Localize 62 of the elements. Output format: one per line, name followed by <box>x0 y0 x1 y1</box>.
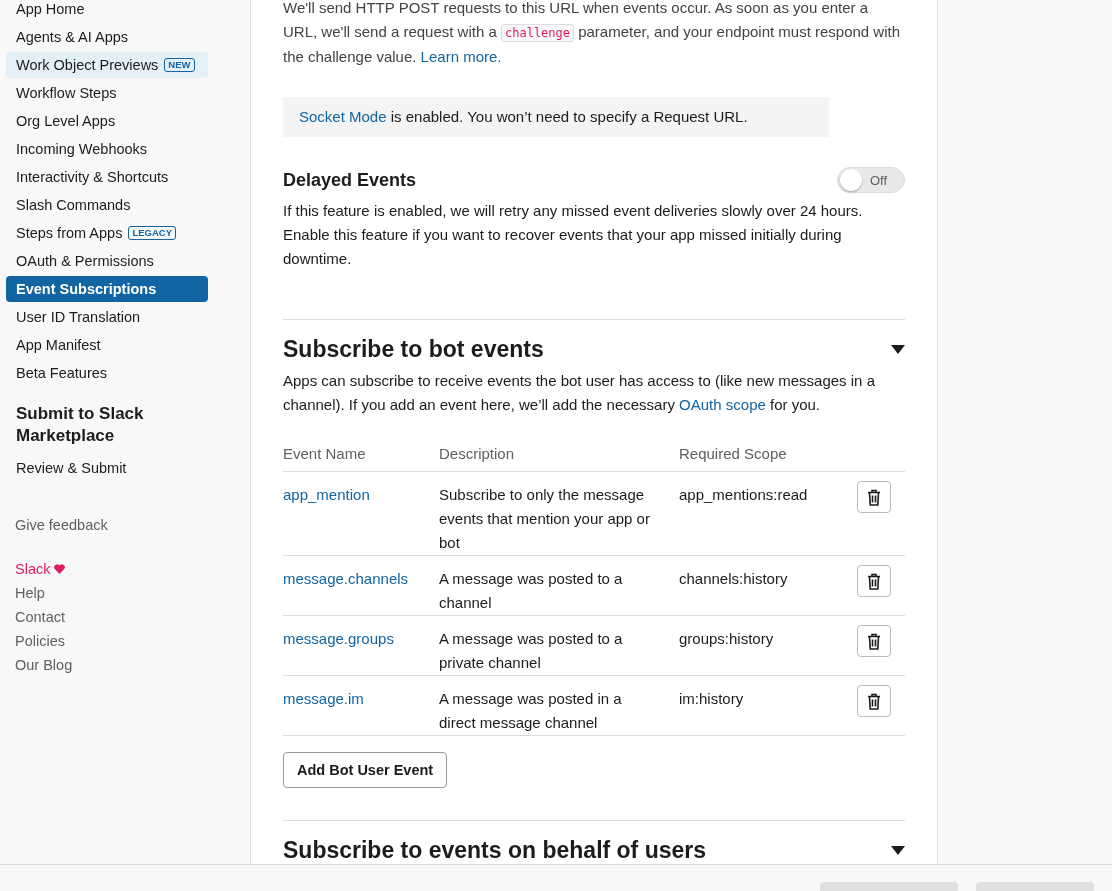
footer-link[interactable]: Contact <box>15 605 241 629</box>
trash-icon <box>867 488 881 506</box>
section-title: Subscribe to events on behalf of users <box>283 837 707 864</box>
oauth-scope-link[interactable]: OAuth scope <box>679 396 766 413</box>
section-description: If this feature is enabled, we will retry any missed event deliveries slowly over 24 hours. Enable this feature if you want to recover events that your app missed initially during downtime. <box>283 201 864 269</box>
sidebar-item[interactable]: Work Object Previews NEW <box>6 52 208 78</box>
table-cell: im:history <box>679 690 744 707</box>
section-title: Delayed Events <box>283 169 417 191</box>
sidebar-item[interactable]: Review & Submit <box>6 455 208 481</box>
section-description: Apps can subscribe to receive events the bot user has access to (like new messages in a channel). If you add an event here, we’ll add the necessary OAuth scope for you. <box>283 371 876 415</box>
table-cell: A message was posted to a channel <box>439 570 623 611</box>
status-badge: NEW <box>164 58 195 72</box>
caret-icon[interactable] <box>891 846 905 855</box>
delete-button[interactable] <box>857 481 891 513</box>
learn-more-link[interactable]: Learn more. <box>420 48 502 65</box>
table-cell: Subscribe to only the message events that mention your app or bot <box>439 486 650 551</box>
sidebar-item[interactable]: Org Level Apps <box>6 108 208 134</box>
sidebar-item[interactable]: Event Subscriptions <box>6 276 208 302</box>
sidebar-item[interactable]: User ID Translation <box>6 304 208 330</box>
sidebar-item[interactable]: OAuth & Permissions <box>6 248 208 274</box>
column-header: Event Name <box>283 445 439 472</box>
delayed-events-toggle[interactable]: Off <box>837 167 905 193</box>
caret-icon[interactable] <box>891 345 905 354</box>
event-name-link[interactable]: message.groups <box>283 630 394 647</box>
table-cell: channels:history <box>679 570 788 587</box>
sidebar-item[interactable]: Beta Features <box>6 360 208 386</box>
sidebar-item[interactable]: App Manifest <box>6 332 208 358</box>
event-name-link[interactable]: message.im <box>283 690 364 707</box>
status-badge: LEGACY <box>128 226 176 240</box>
table-cell: A message was posted to a private channel <box>439 630 623 671</box>
sidebar-item[interactable]: Steps from Apps LEGACY <box>6 220 208 246</box>
footer-link[interactable]: Our Blog <box>15 653 241 677</box>
sidebar-item[interactable]: App Home <box>6 0 208 22</box>
column-header: Required Scope <box>679 445 857 472</box>
section-title: Subscribe to bot events <box>283 336 544 363</box>
sidebar-item[interactable]: Slash Commands <box>6 192 208 218</box>
sidebar-item[interactable]: Agents & AI Apps <box>6 24 208 50</box>
footer-link[interactable]: Slack <box>15 557 241 581</box>
trash-icon <box>867 632 881 650</box>
sidebar-item[interactable]: Incoming Webhooks <box>6 136 208 162</box>
socket-mode-notice: Socket Mode is enabled. You won’t need to specify a Request URL. <box>283 97 829 137</box>
socket-mode-link[interactable]: Socket Mode <box>299 108 387 125</box>
footer-link[interactable]: Policies <box>15 629 241 653</box>
event-name-link[interactable]: message.channels <box>283 570 409 587</box>
sidebar-item[interactable]: Interactivity & Shortcuts <box>6 164 208 190</box>
feedback-link[interactable]: Give feedback <box>6 517 250 533</box>
heart-icon <box>54 564 66 574</box>
event-name-link[interactable]: app_mention <box>283 486 370 503</box>
intro-paragraph: We'll send HTTP POST requests to this URL when events occur. As soon as you enter a URL, we'll send a request with a challenge parameter, and your endpoint must respond with the challenge value. Learn more. <box>283 0 902 67</box>
table-cell: A message was posted in a direct message channel <box>439 690 622 731</box>
footer-link[interactable]: Help <box>15 581 241 605</box>
table-cell: groups:history <box>679 630 774 647</box>
table-cell: app_mentions:read <box>679 486 808 503</box>
trash-icon <box>867 572 881 590</box>
delete-button[interactable] <box>857 685 891 717</box>
trash-icon <box>867 692 881 710</box>
delete-button[interactable] <box>857 625 891 657</box>
column-header: Description <box>439 445 679 472</box>
section-heading: Submit to Slack Marketplace <box>15 403 145 447</box>
sidebar-item[interactable]: Workflow Steps <box>6 80 208 106</box>
delete-button[interactable] <box>857 565 891 597</box>
add-bot-user-event-button[interactable]: Add Bot User Event <box>283 752 448 788</box>
